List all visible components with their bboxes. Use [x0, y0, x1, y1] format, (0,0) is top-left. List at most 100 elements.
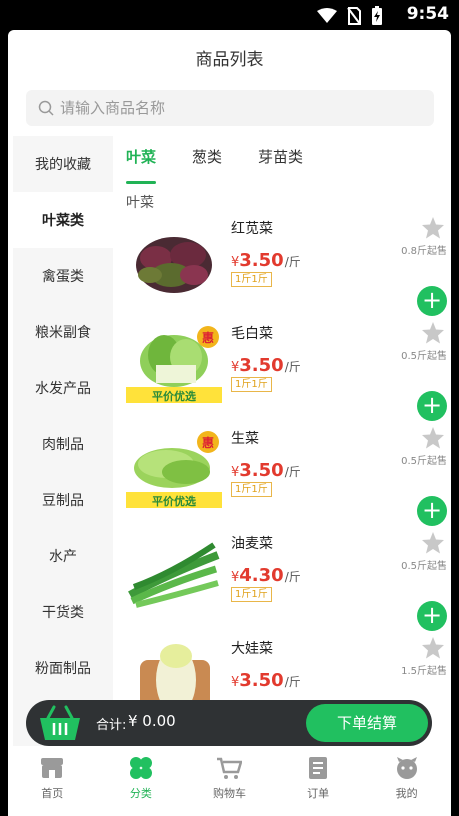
spec-tag: 1斤1斤 [231, 377, 272, 392]
sidebar-item-grain[interactable]: 粮米副食 [13, 304, 113, 360]
tab-category[interactable]: 分类 [97, 750, 186, 816]
product-list: 红苋菜 ¥3.50/斤 1斤1斤 0.8斤起售 + 惠 平价优选 毛白菜 ¥3.… [120, 212, 451, 747]
add-to-cart-button[interactable]: + [417, 601, 447, 631]
order-icon [309, 757, 328, 779]
search-input[interactable] [60, 99, 380, 117]
favorite-star-icon[interactable] [421, 216, 445, 240]
search-bar[interactable] [26, 90, 434, 126]
product-card[interactable]: 惠 平价优选 生菜 ¥3.50/斤 1斤1斤 0.5斤起售 + [120, 422, 451, 527]
app-screen: 商品列表 我的收藏 叶菜类 禽蛋类 粮米副食 水发产品 肉制品 豆制品 水产 干… [8, 30, 451, 816]
sidebar-item-meat[interactable]: 肉制品 [13, 416, 113, 472]
plus-icon: + [421, 391, 443, 419]
price-value: 3.50 [239, 355, 284, 376]
product-name: 大娃菜 [231, 641, 273, 657]
product-price: ¥3.50/斤 [231, 460, 301, 481]
favorite-star-icon[interactable] [421, 321, 445, 345]
product-name: 生菜 [231, 431, 259, 447]
price-unit: /斤 [284, 255, 301, 269]
tab-label: 订单 [307, 787, 330, 800]
battery-charging-icon [372, 6, 382, 25]
spec-tag: 1斤1斤 [231, 587, 272, 602]
wifi-icon [317, 8, 337, 23]
tab-home[interactable]: 首页 [8, 750, 97, 816]
product-image-red-amaranth [136, 237, 212, 293]
section-title: 叶菜 [126, 195, 154, 211]
status-time: 9:54 [406, 4, 449, 24]
price-value: 4.30 [239, 565, 284, 586]
product-card[interactable]: 惠 平价优选 毛白菜 ¥3.50/斤 1斤1斤 0.5斤起售 + [120, 317, 451, 422]
tab-label: 购物车 [212, 787, 246, 800]
status-bar: 9:54 [0, 0, 459, 30]
plus-icon: + [421, 496, 443, 524]
discount-badge-text: 惠 [202, 435, 214, 450]
tab-leafy[interactable]: 叶菜 [126, 140, 157, 184]
checkout-button[interactable]: 下单结算 [306, 704, 428, 742]
sidebar-item-seafood[interactable]: 水产 [13, 528, 113, 584]
price-value: 3.50 [239, 460, 284, 481]
product-image-lettuce: 惠 平价优选 [126, 431, 222, 508]
product-name: 油麦菜 [231, 536, 273, 552]
plus-icon: + [421, 286, 443, 314]
tab-sprouts[interactable]: 芽苗类 [258, 140, 303, 180]
sidebar-item-tofu[interactable]: 豆制品 [13, 472, 113, 528]
min-purchase: 1.5斤起售 [401, 666, 447, 677]
price-value: 3.50 [239, 670, 284, 691]
product-card[interactable]: 红苋菜 ¥3.50/斤 1斤1斤 0.8斤起售 + [120, 212, 451, 317]
product-image-indian-lettuce [128, 542, 220, 608]
product-price: ¥3.50/斤 [231, 355, 301, 376]
promo-banner-text: 平价优选 [152, 389, 196, 403]
search-icon [38, 100, 54, 116]
price-unit: /斤 [284, 360, 301, 374]
sidebar-item-soaked-goods[interactable]: 水发产品 [13, 360, 113, 416]
cart-bar: 合计: ¥ 0.00 下单结算 [26, 700, 432, 746]
sidebar-item-leafy-veg[interactable]: 叶菜类 [13, 192, 113, 248]
product-name: 毛白菜 [231, 326, 273, 342]
bottom-tab-bar: 首页 分类 购物车 订单 我的 [8, 750, 451, 816]
subcategory-tabs: 叶菜 葱类 芽苗类 [126, 140, 339, 184]
favorite-star-icon[interactable] [421, 426, 445, 450]
product-price: ¥3.50/斤 [231, 670, 301, 691]
tab-label: 首页 [41, 787, 64, 800]
product-card[interactable]: 油麦菜 ¥4.30/斤 1斤1斤 0.5斤起售 + [120, 527, 451, 632]
plus-icon: + [421, 601, 443, 629]
favorite-star-icon[interactable] [421, 531, 445, 555]
profile-icon [396, 757, 417, 779]
price-unit: /斤 [284, 465, 301, 479]
min-purchase: 0.5斤起售 [401, 351, 447, 362]
shopping-basket-icon[interactable] [38, 704, 82, 742]
tab-orders[interactable]: 订单 [274, 750, 363, 816]
sidebar-item-dry-goods[interactable]: 干货类 [13, 584, 113, 640]
sidebar-item-poultry-eggs[interactable]: 禽蛋类 [13, 248, 113, 304]
spec-tag: 1斤1斤 [231, 482, 272, 497]
sidebar-item-noodles[interactable]: 粉面制品 [13, 640, 113, 696]
add-to-cart-button[interactable]: + [417, 391, 447, 421]
total-label: 合计: [96, 718, 127, 733]
add-to-cart-button[interactable]: + [417, 496, 447, 526]
total-amount: ¥ 0.00 [128, 712, 176, 730]
category-sidebar: 我的收藏 叶菜类 禽蛋类 粮米副食 水发产品 肉制品 豆制品 水产 干货类 粉面… [13, 136, 113, 746]
tab-profile[interactable]: 我的 [362, 750, 451, 816]
spec-tag: 1斤1斤 [231, 272, 272, 287]
add-to-cart-button[interactable]: + [417, 286, 447, 316]
cart-icon [217, 757, 243, 779]
discount-badge-text: 惠 [202, 330, 214, 345]
page-title: 商品列表 [195, 50, 264, 70]
price-unit: /斤 [284, 675, 301, 689]
product-name: 红苋菜 [231, 221, 273, 237]
product-price: ¥3.50/斤 [231, 250, 301, 271]
min-purchase: 0.5斤起售 [401, 456, 447, 467]
price-unit: /斤 [284, 570, 301, 584]
favorite-star-icon[interactable] [421, 636, 445, 660]
min-purchase: 0.8斤起售 [401, 246, 447, 257]
tab-scallion[interactable]: 葱类 [192, 140, 222, 180]
category-icon [129, 757, 152, 779]
price-value: 3.50 [239, 250, 284, 271]
product-price: ¥4.30/斤 [231, 565, 301, 586]
sidebar-item-favorites[interactable]: 我的收藏 [13, 136, 113, 192]
promo-banner-text: 平价优选 [152, 494, 196, 508]
no-sim-icon [347, 7, 361, 25]
tab-cart[interactable]: 购物车 [185, 750, 274, 816]
home-shop-icon [41, 758, 64, 778]
status-icons [317, 6, 383, 26]
tab-label: 我的 [395, 787, 418, 800]
